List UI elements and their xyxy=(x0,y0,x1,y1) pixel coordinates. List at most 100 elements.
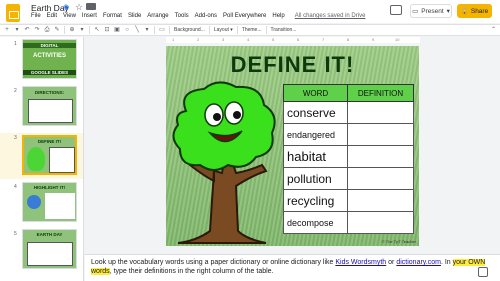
chevron-down-icon[interactable]: ▾ xyxy=(447,7,450,15)
tree-pupil-left xyxy=(213,113,221,121)
star-icon[interactable]: ☆ xyxy=(75,2,83,13)
folder-icon[interactable] xyxy=(86,3,96,10)
divider xyxy=(64,26,65,34)
slide-title[interactable]: DEFINE IT! xyxy=(166,52,419,78)
transition-button[interactable]: Transition... xyxy=(271,27,297,33)
earth-icon xyxy=(27,195,41,209)
shape-icon[interactable]: ○ xyxy=(124,27,130,33)
comments-icon[interactable] xyxy=(390,5,402,15)
lock-icon: 🔒 xyxy=(460,8,469,15)
layout-button[interactable]: Layout ▾ xyxy=(214,27,233,33)
menu-file[interactable]: File xyxy=(31,13,41,22)
menu-slide[interactable]: Slide xyxy=(128,13,141,22)
menu-tools[interactable]: Tools xyxy=(175,13,189,22)
notes-text: or xyxy=(386,259,397,266)
slide-thumbnail[interactable]: EARTH DAY xyxy=(22,229,77,269)
chevron-down-icon[interactable]: ▾ xyxy=(79,27,85,33)
new-slide-icon[interactable]: + xyxy=(4,27,10,33)
line-icon[interactable]: ╲ xyxy=(134,27,140,33)
tree-pupil-right xyxy=(233,111,241,119)
print-icon[interactable]: ⎙ xyxy=(44,27,50,33)
thumb-caption: DIGITAL xyxy=(23,43,76,48)
dictionary-link[interactable]: dictionary.com xyxy=(396,259,441,266)
menu-poll-everywhere[interactable]: Poll Everywhere xyxy=(223,13,266,22)
thumb-text-block xyxy=(27,242,73,266)
notes-text: Look up the vocabulary words using a pap… xyxy=(91,259,336,266)
zoom-icon[interactable]: ⊕ xyxy=(69,27,75,33)
menu-format[interactable]: Format xyxy=(103,13,122,22)
collapse-toolbar-icon[interactable]: ⌃ xyxy=(491,26,496,33)
present-button[interactable]: ▭ Present ▾ xyxy=(410,4,452,18)
undo-icon[interactable]: ↶ xyxy=(24,27,30,33)
definition-cell[interactable] xyxy=(347,189,414,212)
chevron-down-icon[interactable]: ▾ xyxy=(14,27,20,33)
background-button[interactable]: Background... xyxy=(174,27,205,33)
redo-icon[interactable]: ↷ xyxy=(34,27,40,33)
definition-cell[interactable] xyxy=(347,211,414,234)
tree-trunk xyxy=(177,157,268,244)
divider xyxy=(265,26,267,34)
definition-cell[interactable] xyxy=(347,145,414,168)
tree-icon xyxy=(27,147,45,171)
menu-addons[interactable]: Add-ons xyxy=(195,13,217,22)
vocab-word[interactable]: endangered xyxy=(283,123,348,146)
theme-button[interactable]: Theme... xyxy=(242,27,262,33)
table-row: habitat xyxy=(283,145,414,168)
tree-canopy xyxy=(172,81,276,171)
thumb-caption: GOOGLE SLIDES xyxy=(23,70,76,75)
vocab-word[interactable]: pollution xyxy=(283,167,348,190)
slide-number: 3 xyxy=(14,135,17,141)
table-row: recycling xyxy=(283,189,414,212)
menu-bar: File Edit View Insert Format Slide Arran… xyxy=(31,13,365,22)
select-icon[interactable]: ↖ xyxy=(94,27,100,33)
comment-icon[interactable]: ▭ xyxy=(159,27,165,33)
menu-insert[interactable]: Insert xyxy=(82,13,97,22)
slide-thumbnail-selected[interactable]: DEFINE IT! xyxy=(22,135,77,175)
divider xyxy=(169,26,170,34)
menu-arrange[interactable]: Arrange xyxy=(147,13,168,22)
save-status[interactable]: All changes saved in Drive xyxy=(295,13,366,22)
kids-wordsmyth-link[interactable]: Kids Wordsmyth xyxy=(335,259,386,266)
slide-number: 4 xyxy=(14,184,17,190)
globe-icon: ◉ xyxy=(63,4,70,11)
vocab-word[interactable]: decompose xyxy=(283,211,348,234)
divider xyxy=(154,26,155,34)
paint-format-icon[interactable]: ✎ xyxy=(54,27,60,33)
slide-number: 5 xyxy=(14,231,17,237)
ruler-mark: 1 xyxy=(172,37,175,42)
speaker-notes[interactable]: Look up the vocabulary words using a pap… xyxy=(85,254,500,281)
slide-number: 1 xyxy=(14,41,17,47)
slide-filmstrip: 1 DIGITAL ACTIVITIES GOOGLE SLIDES 2 DIR… xyxy=(0,37,84,281)
text-box-icon[interactable]: ⊡ xyxy=(104,27,110,33)
menu-help[interactable]: Help xyxy=(272,13,284,22)
share-label: Share xyxy=(470,7,489,15)
menu-edit[interactable]: Edit xyxy=(47,13,57,22)
vocab-word[interactable]: habitat xyxy=(283,145,348,168)
definition-cell[interactable] xyxy=(347,123,414,146)
ruler-mark: 9 xyxy=(372,37,375,42)
thumb-caption: ACTIVITIES xyxy=(32,53,66,59)
definition-cell[interactable] xyxy=(347,101,414,124)
vocab-word[interactable]: conserve xyxy=(283,101,348,124)
explore-icon[interactable] xyxy=(478,267,488,277)
slide-thumbnail[interactable]: DIGITAL ACTIVITIES GOOGLE SLIDES xyxy=(22,39,77,79)
divider xyxy=(208,26,210,34)
slide-thumbnail-row[interactable]: 3 DEFINE IT! xyxy=(0,133,83,179)
definition-cell[interactable] xyxy=(347,167,414,190)
thumb-caption: EARTH DAY xyxy=(36,232,63,237)
thumb-text-block xyxy=(45,193,75,219)
word-column-header: WORD xyxy=(283,84,348,102)
slides-logo-icon[interactable] xyxy=(6,4,20,22)
slide-thumbnail[interactable]: HIGHLIGHT IT! xyxy=(22,182,77,222)
current-slide[interactable]: DEFINE IT! WORD DEFINITION conserve enda… xyxy=(166,46,419,246)
slide-thumbnail[interactable]: DIRECTIONS: xyxy=(22,86,77,126)
divider xyxy=(236,26,238,34)
menu-view[interactable]: View xyxy=(63,13,76,22)
image-icon[interactable]: ▣ xyxy=(114,27,120,33)
share-button[interactable]: 🔒 Share xyxy=(457,4,492,18)
chevron-down-icon[interactable]: ▾ xyxy=(144,27,150,33)
vocab-word[interactable]: recycling xyxy=(283,189,348,212)
ruler-mark: 10 xyxy=(395,37,400,42)
thumb-caption: HIGHLIGHT IT! xyxy=(33,185,66,190)
tree-illustration xyxy=(172,81,276,244)
